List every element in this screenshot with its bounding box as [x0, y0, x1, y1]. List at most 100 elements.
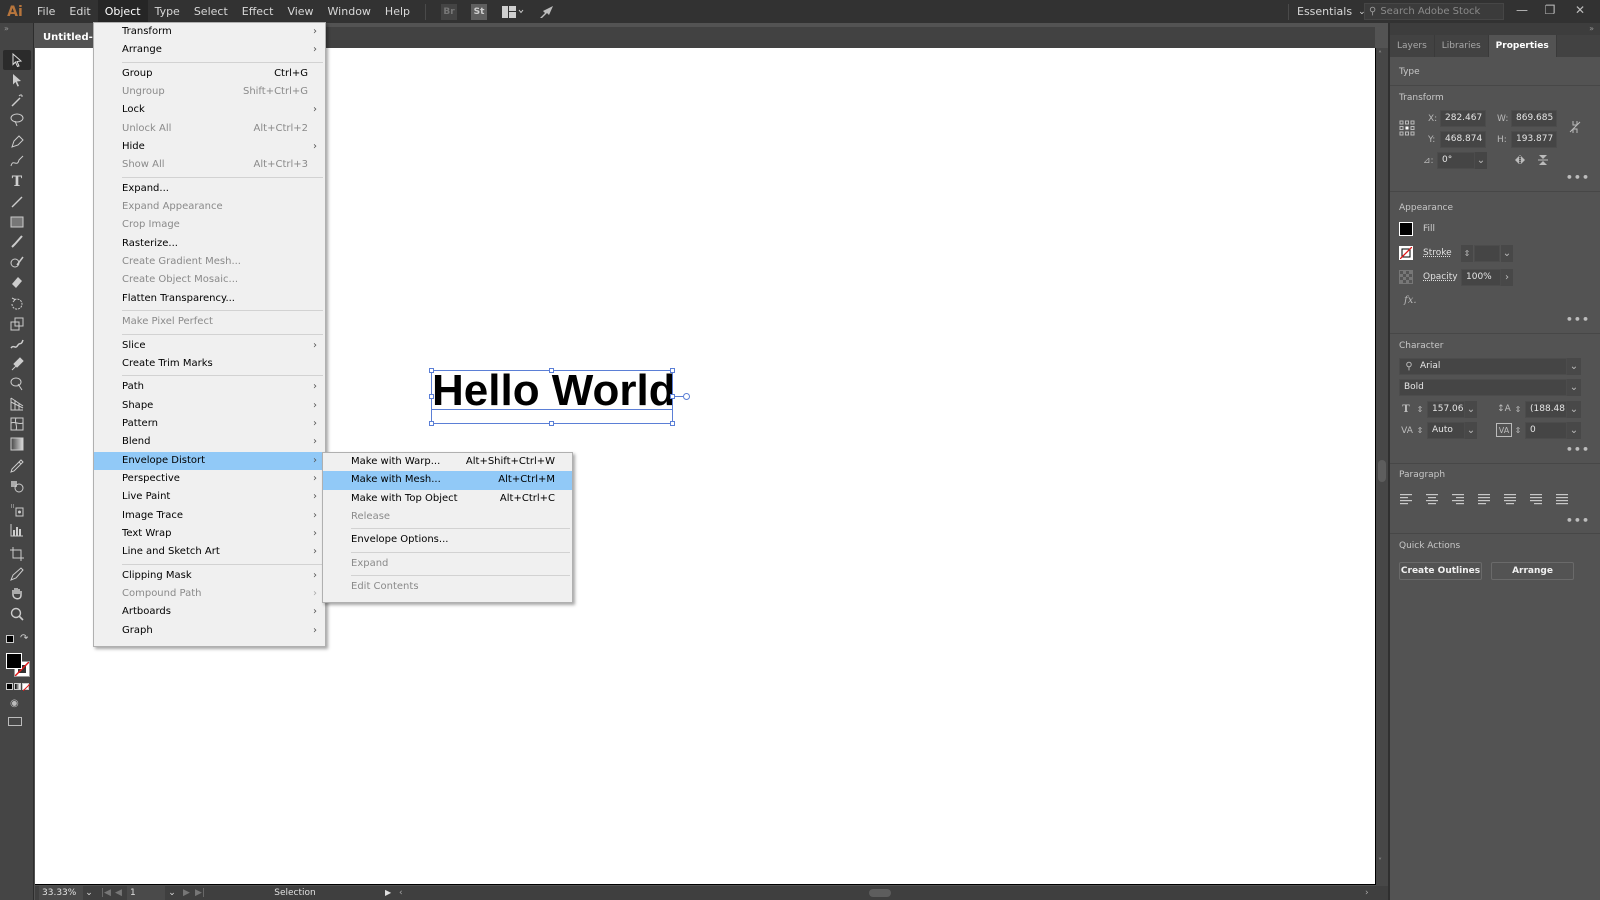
- zoom-tool[interactable]: [3, 604, 31, 624]
- menu-item-create-trim-marks[interactable]: Create Trim Marks: [94, 355, 325, 373]
- menu-item-make-with-top-object[interactable]: Make with Top Object Alt+Ctrl+C: [323, 490, 572, 508]
- chevron-down-icon[interactable]: ⌄: [166, 886, 178, 900]
- perspective-grid-tool[interactable]: [3, 394, 31, 414]
- chevron-right-icon[interactable]: ›: [1501, 269, 1513, 286]
- arrange-button[interactable]: Arrange: [1491, 562, 1574, 580]
- tab-libraries[interactable]: Libraries: [1435, 35, 1489, 57]
- direct-selection-tool[interactable]: [3, 70, 31, 90]
- tab-layers[interactable]: Layers: [1390, 35, 1435, 57]
- previous-artboard-button[interactable]: ◀: [115, 886, 122, 900]
- stroke-weight-field[interactable]: [1474, 245, 1500, 262]
- resize-handle[interactable]: [549, 368, 554, 373]
- zoom-level-field[interactable]: 33.33%: [39, 886, 83, 900]
- menu-item-clipping-mask[interactable]: Clipping Mask ›: [94, 567, 325, 585]
- stock-icon[interactable]: St: [471, 3, 487, 20]
- menu-object[interactable]: Object: [97, 0, 148, 23]
- last-artboard-button[interactable]: ▶|: [195, 886, 205, 900]
- none-mode-icon[interactable]: [22, 683, 30, 691]
- scale-tool[interactable]: [3, 314, 31, 334]
- menu-item-live-paint[interactable]: Live Paint ›: [94, 488, 325, 506]
- menu-item-hide[interactable]: Hide ›: [94, 138, 325, 156]
- kerning-stepper[interactable]: ⇕: [1415, 422, 1425, 439]
- leading-stepper[interactable]: ⇕: [1513, 401, 1523, 418]
- menu-item-expand[interactable]: Expand...: [94, 180, 325, 198]
- flip-horizontal-icon[interactable]: [1513, 153, 1527, 167]
- default-colors-icon[interactable]: [6, 635, 14, 643]
- mesh-tool[interactable]: [3, 414, 31, 434]
- resize-handle[interactable]: [429, 368, 434, 373]
- symbol-sprayer-tool[interactable]: [3, 500, 31, 520]
- gradient-mode-icon[interactable]: [14, 683, 21, 690]
- align-center-icon[interactable]: [1425, 493, 1439, 505]
- restore-button[interactable]: ❐: [1536, 0, 1564, 20]
- drawing-mode-icon[interactable]: ◉: [10, 698, 19, 709]
- opacity-field[interactable]: 100%: [1461, 269, 1501, 286]
- scroll-down-icon[interactable]: ˅: [1378, 857, 1382, 866]
- color-mode-icon[interactable]: [6, 683, 13, 690]
- line-segment-tool[interactable]: [3, 192, 31, 212]
- menu-item-perspective[interactable]: Perspective ›: [94, 470, 325, 488]
- font-size-field[interactable]: 157.06 pt: [1427, 401, 1465, 418]
- menu-item-make-with-mesh[interactable]: Make with Mesh... Alt+Ctrl+M: [323, 471, 572, 490]
- slice-tool[interactable]: [3, 564, 31, 584]
- artboard-tool[interactable]: [3, 544, 31, 564]
- tracking-field[interactable]: 0: [1525, 422, 1567, 439]
- close-button[interactable]: ✕: [1566, 0, 1594, 20]
- document-tab[interactable]: Untitled-1 [: [35, 27, 95, 48]
- artboard-number-field[interactable]: 1: [127, 886, 165, 900]
- align-right-icon[interactable]: [1451, 493, 1465, 505]
- text-out-port[interactable]: [683, 393, 690, 400]
- justify-all-icon[interactable]: [1555, 493, 1569, 505]
- kerning-field[interactable]: Auto: [1427, 422, 1465, 439]
- resize-handle[interactable]: [670, 368, 675, 373]
- rectangle-tool[interactable]: [3, 212, 31, 232]
- eraser-tool[interactable]: [3, 272, 31, 292]
- menu-effect[interactable]: Effect: [235, 0, 281, 23]
- menu-item-flatten-transparency[interactable]: Flatten Transparency...: [94, 290, 325, 308]
- font-style-field[interactable]: Bold: [1399, 379, 1567, 396]
- next-artboard-button[interactable]: ▶: [183, 886, 190, 900]
- puppet-warp-tool[interactable]: [3, 334, 31, 354]
- vertical-scrollbar[interactable]: ˄ ˅: [1376, 48, 1388, 886]
- stroke-label[interactable]: Stroke: [1423, 248, 1452, 258]
- chevron-down-icon[interactable]: ⌄: [1501, 245, 1513, 262]
- menu-item-text-wrap[interactable]: Text Wrap ›: [94, 525, 325, 543]
- menu-item-make-with-warp[interactable]: Make with Warp... Alt+Shift+Ctrl+W: [323, 453, 572, 471]
- scroll-up-icon[interactable]: ˄: [1378, 50, 1382, 59]
- current-tool-label[interactable]: Selection: [215, 886, 375, 900]
- fill-swatch[interactable]: [6, 653, 22, 669]
- eyedropper-tool[interactable]: [3, 456, 31, 476]
- scroll-right-icon[interactable]: ›: [1365, 886, 1369, 900]
- pin-tool[interactable]: [3, 354, 31, 374]
- chevron-down-icon[interactable]: ⌄: [1567, 422, 1581, 439]
- align-left-icon[interactable]: [1399, 493, 1413, 505]
- paragraph-more-options[interactable]: •••: [1566, 514, 1590, 527]
- chevron-down-icon[interactable]: ⌄: [1475, 152, 1487, 169]
- arrange-documents-icon[interactable]: [501, 4, 525, 20]
- font-family-field[interactable]: Arial: [1399, 358, 1567, 375]
- menu-item-shape[interactable]: Shape ›: [94, 397, 325, 415]
- menu-item-rasterize[interactable]: Rasterize...: [94, 235, 325, 253]
- minimize-button[interactable]: —: [1508, 0, 1536, 20]
- status-menu-arrow-icon[interactable]: ▶: [385, 886, 391, 900]
- width-field[interactable]: 869.685 px: [1511, 110, 1557, 127]
- pen-tool[interactable]: [3, 132, 31, 152]
- menu-item-envelope-distort[interactable]: Envelope Distort ›: [94, 451, 325, 470]
- expand-panel-icon[interactable]: »: [4, 24, 9, 33]
- rotate-angle-field[interactable]: 0°: [1437, 152, 1475, 169]
- menu-edit[interactable]: Edit: [62, 0, 97, 23]
- fx-icon[interactable]: fx.: [1404, 295, 1417, 306]
- menu-item-arrange[interactable]: Arrange ›: [94, 41, 325, 59]
- menu-select[interactable]: Select: [187, 0, 235, 23]
- stroke-color-swatch[interactable]: [1399, 246, 1413, 260]
- menu-item-lock[interactable]: Lock ›: [94, 101, 325, 119]
- chevron-down-icon[interactable]: ⌄: [1567, 358, 1581, 375]
- menu-view[interactable]: View: [280, 0, 320, 23]
- paintbrush-tool[interactable]: [3, 232, 31, 252]
- resize-handle[interactable]: [670, 421, 675, 426]
- scroll-left-icon[interactable]: ‹: [399, 886, 403, 900]
- lasso-tool[interactable]: [3, 110, 31, 130]
- resize-handle[interactable]: [549, 421, 554, 426]
- menu-item-artboards[interactable]: Artboards ›: [94, 603, 325, 621]
- rotate-tool[interactable]: [3, 294, 31, 314]
